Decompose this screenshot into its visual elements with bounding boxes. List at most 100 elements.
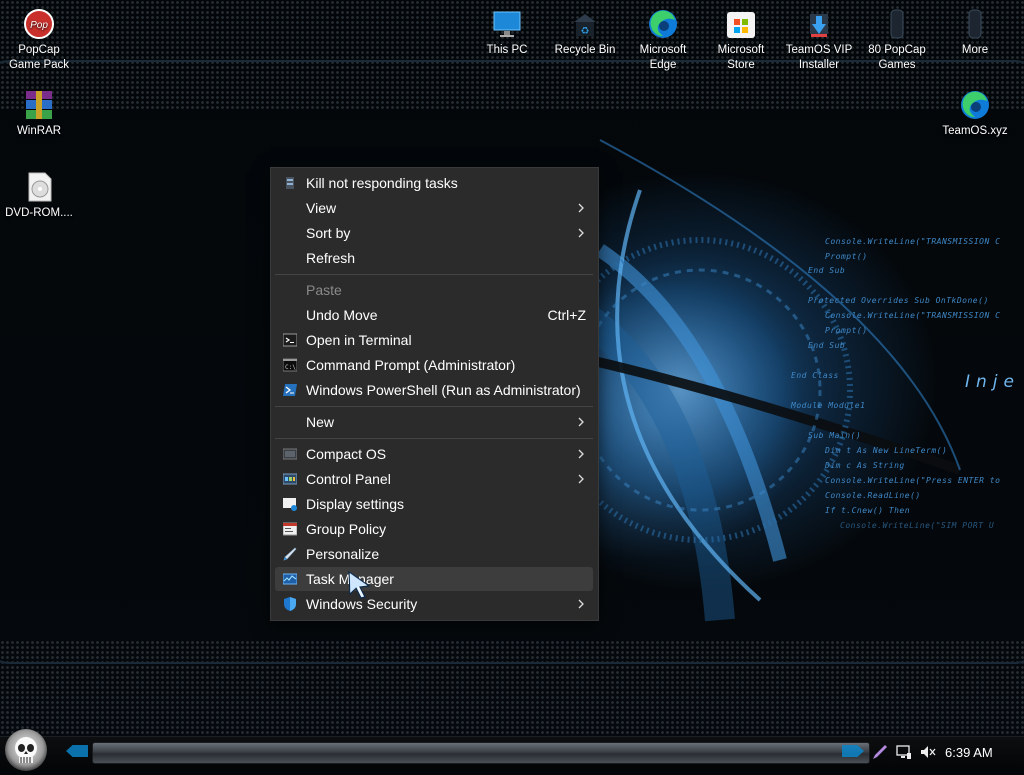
menu-item-label: Control Panel <box>306 471 391 487</box>
winrar-icon <box>22 89 56 121</box>
menu-item-label: Windows PowerShell (Run as Administrator… <box>306 382 581 398</box>
kill-tasks-icon <box>283 176 297 190</box>
personalize-icon <box>283 547 297 561</box>
menu-item-label: Sort by <box>306 225 351 241</box>
desktop-icon-popcap-games[interactable]: 80 PopCap Games <box>858 8 936 73</box>
menu-item-control-panel[interactable]: Control Panel <box>275 467 593 491</box>
powershell-icon <box>283 383 297 397</box>
menu-item-kill-not-responding-tasks[interactable]: Kill not responding tasks <box>275 171 593 195</box>
menu-item-undo-move[interactable]: Undo Move Ctrl+Z <box>275 303 593 327</box>
more-icon <box>958 8 992 40</box>
chevron-right-icon <box>577 415 585 427</box>
desktop-icon-microsoft-store[interactable]: Microsoft Store <box>702 8 780 73</box>
menu-item-windows-powershell-admin[interactable]: Windows PowerShell (Run as Administrator… <box>275 378 593 402</box>
code-line: Console.WriteLine("Press ENTER to <box>825 476 1001 485</box>
chevron-right-icon <box>577 472 585 484</box>
code-line: Dim c As String <box>825 461 905 470</box>
menu-item-label: Refresh <box>306 250 356 266</box>
code-line: End Sub <box>808 266 846 275</box>
chevron-right-icon <box>577 201 585 213</box>
popcap-icon: Pop <box>22 8 56 40</box>
menu-item-task-manager[interactable]: Task Manager <box>275 567 593 591</box>
menu-separator <box>275 274 593 275</box>
terminal-icon <box>282 333 298 347</box>
svg-text:Pop: Pop <box>30 20 48 31</box>
menu-item-label: Paste <box>306 282 342 298</box>
menu-item-display-settings[interactable]: Display settings <box>275 492 593 516</box>
volume-muted-icon[interactable] <box>920 744 936 760</box>
menu-separator <box>275 438 593 439</box>
svg-text:C:\: C:\ <box>285 364 296 371</box>
desktop-icon-label: TeamOS.xyz <box>942 125 1008 137</box>
pen-icon[interactable] <box>872 744 888 760</box>
code-line: Console.WriteLine("SIM PORT U <box>840 521 995 530</box>
menu-item-label: Display settings <box>306 496 405 512</box>
code-line: Sub Main() <box>808 431 862 440</box>
skull-icon <box>15 737 37 763</box>
code-line: Protected Overrides Sub OnTkDone() <box>808 296 989 305</box>
menu-item-label: Personalize <box>306 546 380 562</box>
menu-item-personalize[interactable]: Personalize <box>275 542 593 566</box>
menu-item-windows-security[interactable]: Windows Security <box>275 592 593 616</box>
control-panel-icon <box>282 472 298 486</box>
desktop-icon-label: Microsoft Edge <box>639 44 687 71</box>
menu-item-paste: Paste <box>275 278 593 302</box>
chevron-right-icon <box>577 597 585 609</box>
start-button[interactable] <box>5 729 47 771</box>
edge-icon <box>646 8 680 40</box>
desktop-icon-dvd-rom[interactable]: DVD-ROM.... <box>0 171 78 221</box>
taskbar-task-area[interactable] <box>92 742 870 764</box>
desktop-context-menu: Kill not responding tasks View Sort by R… <box>270 167 599 621</box>
code-line: Prompt() <box>825 326 868 335</box>
desktop-icon-label: PopCap Game Pack <box>8 44 70 71</box>
desktop-icon-label: WinRAR <box>16 125 62 137</box>
menu-item-label: Group Policy <box>306 521 387 537</box>
code-line: End Sub <box>808 341 846 350</box>
code-line: End Class <box>791 371 839 380</box>
desktop-icon-this-pc[interactable]: This PC <box>468 8 546 58</box>
menu-item-refresh[interactable]: Refresh <box>275 246 593 270</box>
menu-item-sort-by[interactable]: Sort by <box>275 221 593 245</box>
menu-separator <box>275 406 593 407</box>
menu-item-label: Open in Terminal <box>306 332 412 348</box>
menu-item-new[interactable]: New <box>275 410 593 434</box>
desktop-icon-label: 80 PopCap Games <box>868 44 926 71</box>
desktop-icon-label: This PC <box>486 44 528 56</box>
menu-item-shortcut: Ctrl+Z <box>547 307 587 323</box>
code-line: Prompt() <box>825 252 868 261</box>
windows-security-icon <box>283 597 297 611</box>
menu-item-view[interactable]: View <box>275 196 593 220</box>
code-line: Dim t As New LineTerm() <box>825 446 948 455</box>
desktop-icon-winrar[interactable]: WinRAR <box>0 89 78 139</box>
desktop-icon-recycle-bin[interactable]: ♻ Recycle Bin <box>546 8 624 58</box>
teamos-installer-icon <box>802 8 836 40</box>
menu-item-open-in-terminal[interactable]: Open in Terminal <box>275 328 593 352</box>
menu-item-compact-os[interactable]: Compact OS <box>275 442 593 466</box>
network-icon[interactable] <box>896 744 912 760</box>
popcap-games-icon <box>880 8 914 40</box>
menu-item-label: New <box>306 414 335 430</box>
desktop-icon-teamos-vip-installer[interactable]: TeamOS VIP Installer <box>780 8 858 73</box>
svg-text:♻: ♻ <box>581 26 590 37</box>
wallpaper-text: Inje <box>965 372 1020 392</box>
teamos-xyz-icon <box>958 89 992 121</box>
this-pc-icon <box>490 8 524 40</box>
desktop-icon-popcap-game-pack[interactable]: Pop PopCap Game Pack <box>0 8 78 73</box>
desktop-icon-teamos-xyz[interactable]: TeamOS.xyz <box>936 89 1014 139</box>
menu-item-group-policy[interactable]: Group Policy <box>275 517 593 541</box>
display-settings-icon <box>283 497 297 511</box>
desktop-icon-more[interactable]: More <box>936 8 1014 58</box>
desktop-icon-label: More <box>961 44 989 56</box>
store-icon <box>724 8 758 40</box>
chevron-right-icon <box>577 447 585 459</box>
group-policy-icon <box>282 522 298 536</box>
code-line: Console.WriteLine("TRANSMISSION C <box>825 237 1001 246</box>
menu-item-command-prompt-admin[interactable]: C:\ Command Prompt (Administrator) <box>275 353 593 377</box>
desktop-icon-label: Recycle Bin <box>554 44 616 56</box>
cmd-icon: C:\ <box>282 358 298 372</box>
code-line: Console.WriteLine("TRANSMISSION C <box>825 311 1001 320</box>
taskbar-clock[interactable]: 6:39 AM <box>945 745 993 760</box>
compact-os-icon <box>282 447 298 461</box>
code-line: Module Module1 <box>791 401 866 410</box>
desktop-icon-microsoft-edge[interactable]: Microsoft Edge <box>624 8 702 73</box>
